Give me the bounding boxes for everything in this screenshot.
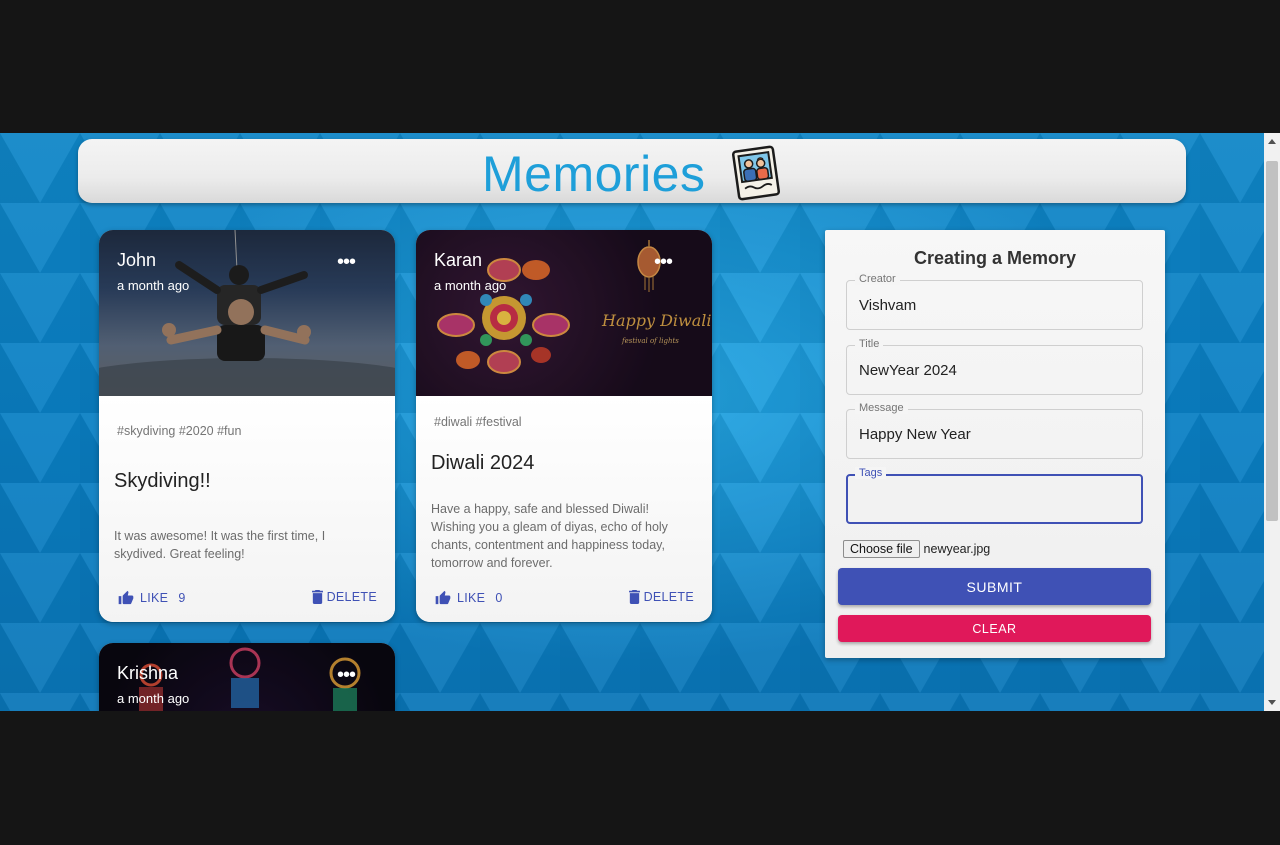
tags-field[interactable]: Tags — [846, 467, 1143, 524]
post-author: Karan — [434, 250, 483, 270]
post-message: Have a happy, safe and blessed Diwali! W… — [431, 502, 668, 570]
post-time: a month ago — [117, 278, 190, 293]
post-image: Krishna a month ago ••• — [99, 643, 395, 711]
delete-label: DELETE — [326, 590, 377, 604]
like-button[interactable]: LIKE 0 — [435, 590, 503, 605]
post-card: Krishna a month ago ••• — [99, 643, 395, 711]
post-tags: #diwali #festival — [434, 415, 522, 429]
post-message: It was awesome! It was the first time, I… — [114, 529, 326, 561]
delete-button[interactable]: DELETE — [311, 590, 377, 604]
app-title: Memories — [482, 146, 706, 202]
scroll-down-icon[interactable] — [1268, 700, 1276, 705]
like-count: 0 — [495, 590, 503, 605]
form-title: Creating a Memory — [913, 248, 1077, 268]
title-label: Title — [855, 338, 884, 350]
photo-memories-icon — [730, 145, 782, 206]
thumb-up-icon — [435, 590, 451, 605]
post-card: Happy Diwali festival of lights Karan a … — [416, 230, 712, 622]
clear-button[interactable]: CLEAR — [838, 615, 1151, 642]
title-value: NewYear 2024 — [859, 362, 957, 379]
thumb-up-icon — [118, 590, 134, 605]
creator-value: Vishvam — [859, 297, 917, 314]
card-actions: LIKE 9 DELETE — [99, 590, 395, 610]
like-label: LIKE — [140, 590, 169, 605]
post-tags: #skydiving #2020 #fun — [117, 424, 242, 438]
trash-icon — [628, 590, 640, 604]
app-bar: Memories — [78, 139, 1186, 203]
post-card: John a month ago ••• #skydiving #2020 #f… — [99, 230, 395, 622]
file-input[interactable]: Choose file newyear.jpg — [843, 540, 990, 558]
post-author: Krishna — [117, 663, 179, 683]
more-options-icon[interactable]: ••• — [337, 665, 356, 685]
post-title: Diwali 2024 — [431, 452, 535, 474]
page-viewport: Memories John a month ago ••• #skydiving… — [0, 133, 1264, 711]
letterbox-bottom — [0, 711, 1280, 845]
like-button[interactable]: LIKE 9 — [118, 590, 186, 605]
choose-file-button[interactable]: Choose file — [843, 540, 920, 558]
message-field[interactable]: Message Happy New Year — [846, 402, 1143, 459]
more-options-icon[interactable]: ••• — [337, 252, 356, 272]
vertical-scrollbar[interactable] — [1264, 133, 1280, 711]
post-image: Happy Diwali festival of lights Karan a … — [416, 230, 712, 396]
scroll-up-icon[interactable] — [1268, 139, 1276, 144]
post-title: Skydiving!! — [114, 470, 211, 492]
delete-button[interactable]: DELETE — [628, 590, 694, 604]
title-field[interactable]: Title NewYear 2024 — [846, 338, 1143, 395]
message-value: Happy New Year — [859, 426, 971, 443]
post-image: John a month ago ••• — [99, 230, 395, 396]
trash-icon — [311, 590, 323, 604]
letterbox-top — [0, 0, 1280, 133]
post-author: John — [117, 250, 157, 270]
scrollbar-thumb[interactable] — [1266, 161, 1278, 521]
post-time: a month ago — [117, 691, 190, 706]
create-memory-form: Creating a Memory Creator Vishvam Title … — [825, 230, 1165, 658]
more-options-icon[interactable]: ••• — [654, 252, 673, 272]
like-label: LIKE — [457, 590, 486, 605]
message-label: Message — [855, 402, 908, 414]
like-count: 9 — [178, 590, 186, 605]
creator-field[interactable]: Creator Vishvam — [846, 273, 1143, 330]
submit-button[interactable]: SUBMIT — [838, 568, 1151, 605]
file-name: newyear.jpg — [923, 542, 991, 556]
post-time: a month ago — [434, 278, 507, 293]
delete-label: DELETE — [643, 590, 694, 604]
tags-label: Tags — [855, 467, 887, 479]
card-actions: LIKE 0 DELETE — [416, 590, 712, 610]
creator-label: Creator — [855, 273, 900, 285]
